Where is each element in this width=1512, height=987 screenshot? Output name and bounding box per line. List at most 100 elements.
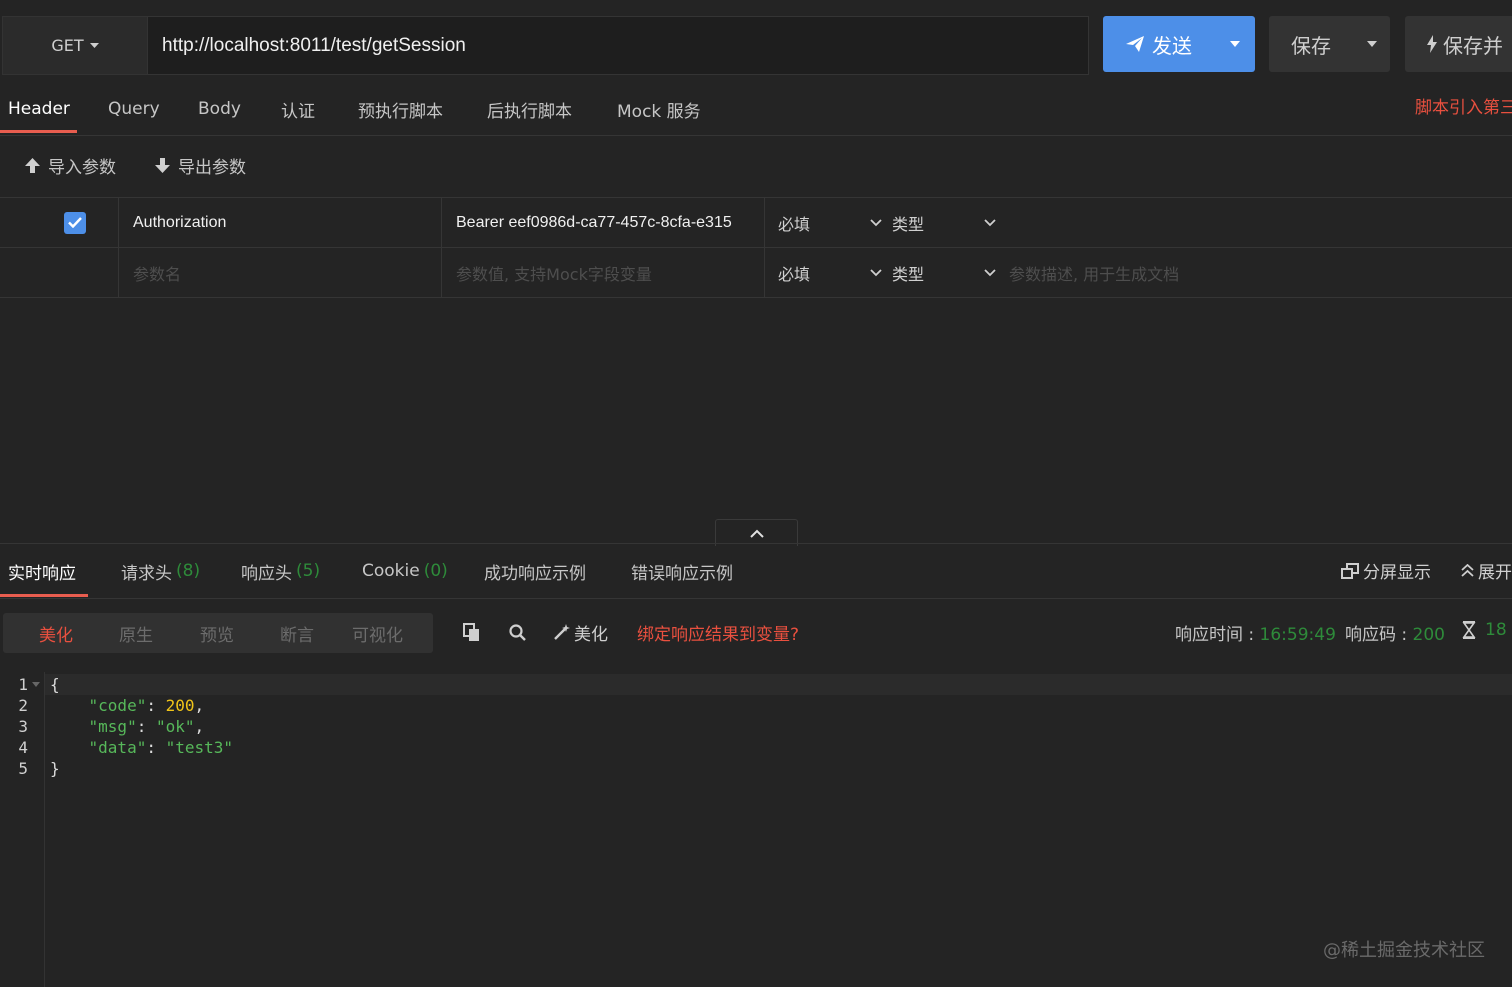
- send-dropdown-toggle[interactable]: [1215, 16, 1255, 72]
- json-number: 200: [165, 696, 195, 715]
- tab-query[interactable]: Query: [108, 84, 160, 134]
- arrow-up-icon: [25, 158, 40, 173]
- tab-label: Mock 服务: [617, 101, 701, 122]
- header-params-table: Authorization Bearer eef0986d-ca77-457c-…: [0, 197, 1512, 298]
- save-run-label: 保存并: [1443, 33, 1503, 58]
- bind-result-link[interactable]: 绑定响应结果到变量?: [637, 620, 799, 645]
- beautify-button[interactable]: 美化: [553, 620, 608, 645]
- copy-icon: [463, 622, 479, 641]
- json-key: "data": [88, 738, 147, 757]
- caret-down-icon: [1230, 41, 1240, 47]
- view-preview[interactable]: 预览: [200, 613, 234, 653]
- json-string: "test3": [165, 738, 234, 757]
- search-icon: [509, 623, 526, 641]
- response-duration: 18: [1462, 620, 1507, 640]
- tab-label: 实时响应: [8, 563, 76, 584]
- save-dropdown-toggle[interactable]: [1353, 16, 1390, 72]
- param-name-placeholder[interactable]: 参数名: [133, 248, 181, 297]
- import-label: 导入参数: [48, 158, 116, 178]
- method-select[interactable]: GET: [2, 16, 148, 75]
- collapse-panel-button[interactable]: [715, 519, 798, 546]
- view-beautify[interactable]: 美化: [39, 613, 73, 653]
- param-type-select[interactable]: 类型: [892, 198, 996, 247]
- import-params-button[interactable]: 导入参数: [25, 153, 116, 178]
- required-label: 必填: [778, 264, 811, 284]
- tab-request-headers[interactable]: 请求头 (8): [121, 544, 200, 598]
- response-duration-value: 18: [1485, 620, 1507, 640]
- tab-count: (8): [176, 561, 201, 581]
- tab-error-example[interactable]: 错误响应示例: [631, 544, 733, 598]
- json-string: "ok": [155, 717, 195, 736]
- tab-cookie[interactable]: Cookie (0): [362, 544, 448, 598]
- tab-body[interactable]: Body: [198, 84, 241, 134]
- tab-label: 响应头: [241, 563, 292, 584]
- watermark: @稀土掘金技术社区: [1323, 940, 1485, 961]
- tab-count: (0): [423, 561, 448, 581]
- code-line: {: [50, 674, 60, 695]
- view-assert[interactable]: 断言: [280, 613, 314, 653]
- param-required-select[interactable]: 必填: [778, 248, 882, 297]
- line-number: 5: [18, 759, 28, 778]
- response-code-label: 响应码 :: [1345, 625, 1413, 645]
- tab-realtime-response[interactable]: 实时响应: [8, 544, 76, 598]
- line-number: 2: [18, 696, 28, 715]
- send-label: 发送: [1152, 33, 1192, 58]
- line-number: 4: [18, 738, 28, 757]
- param-value-input[interactable]: Bearer eef0986d-ca77-457c-8cfa-e315: [456, 198, 750, 247]
- param-desc-placeholder[interactable]: 参数描述, 用于生成文档: [1009, 248, 1179, 297]
- fold-arrow-icon[interactable]: [32, 682, 40, 687]
- export-params-button[interactable]: 导出参数: [155, 153, 246, 178]
- tab-mock[interactable]: Mock 服务: [617, 84, 701, 134]
- hourglass-icon: [1462, 621, 1476, 639]
- check-icon: [68, 217, 82, 228]
- response-time: 响应时间 : 16:59:49: [1175, 620, 1336, 645]
- brace-close: }: [50, 759, 60, 778]
- line-number: 1: [18, 675, 28, 694]
- param-type-select[interactable]: 类型: [892, 248, 996, 297]
- tab-header[interactable]: Header: [8, 84, 70, 134]
- tab-auth[interactable]: 认证: [281, 84, 315, 134]
- split-view-button[interactable]: 分屏显示: [1341, 558, 1431, 583]
- expand-button[interactable]: 展开: [1461, 558, 1512, 583]
- send-button[interactable]: 发送: [1103, 16, 1255, 72]
- copy-button[interactable]: [463, 620, 481, 644]
- line-number: 3: [18, 717, 28, 736]
- response-code-value: 200: [1412, 625, 1445, 645]
- code-line: }: [50, 758, 60, 779]
- search-button[interactable]: [509, 620, 526, 644]
- export-label: 导出参数: [178, 158, 246, 178]
- response-code-editor[interactable]: 1 2 3 4 5 { "code": 200, "msg": "ok", "d…: [0, 672, 1512, 987]
- split-view-label: 分屏显示: [1363, 563, 1431, 583]
- expand-label: 展开: [1478, 563, 1512, 583]
- chevron-down-icon: [984, 268, 996, 276]
- save-and-run-button[interactable]: 保存并: [1405, 16, 1512, 72]
- table-row: Authorization Bearer eef0986d-ca77-457c-…: [0, 198, 1512, 248]
- param-required-select[interactable]: 必填: [778, 198, 882, 247]
- response-time-value: 16:59:49: [1259, 625, 1336, 645]
- request-tabs: Header Query Body 认证 预执行脚本 后执行脚本 Mock 服务: [0, 84, 1512, 136]
- param-enable-checkbox[interactable]: [64, 198, 86, 247]
- view-raw[interactable]: 原生: [119, 613, 153, 653]
- double-chevron-up-icon: [1461, 564, 1474, 577]
- tab-success-example[interactable]: 成功响应示例: [484, 544, 586, 598]
- type-label: 类型: [892, 214, 925, 234]
- view-mode-segment: 美化 原生 预览 断言 可视化: [3, 613, 433, 653]
- beautify-label: 美化: [574, 624, 608, 645]
- chevron-down-icon: [870, 268, 882, 276]
- tab-post-script[interactable]: 后执行脚本: [487, 84, 572, 134]
- tab-count: (5): [296, 561, 321, 581]
- tab-pre-script[interactable]: 预执行脚本: [358, 84, 443, 134]
- chevron-up-icon: [749, 529, 764, 538]
- url-input[interactable]: http://localhost:8011/test/getSession: [148, 16, 1089, 75]
- response-time-label: 响应时间 :: [1175, 625, 1260, 645]
- param-name-input[interactable]: Authorization: [133, 198, 226, 247]
- view-visualize[interactable]: 可视化: [352, 613, 403, 653]
- param-value-placeholder[interactable]: 参数值, 支持Mock字段变量: [456, 248, 652, 297]
- script-import-link[interactable]: 脚本引入第三: [1415, 93, 1512, 118]
- tab-response-headers[interactable]: 响应头 (5): [241, 544, 320, 598]
- save-button[interactable]: 保存: [1269, 16, 1390, 72]
- table-row: 参数名 参数值, 支持Mock字段变量 必填 类型 参数描述, 用于生成文档: [0, 248, 1512, 298]
- tab-label: 请求头: [121, 563, 172, 584]
- caret-down-icon: [1366, 41, 1377, 47]
- required-label: 必填: [778, 214, 811, 234]
